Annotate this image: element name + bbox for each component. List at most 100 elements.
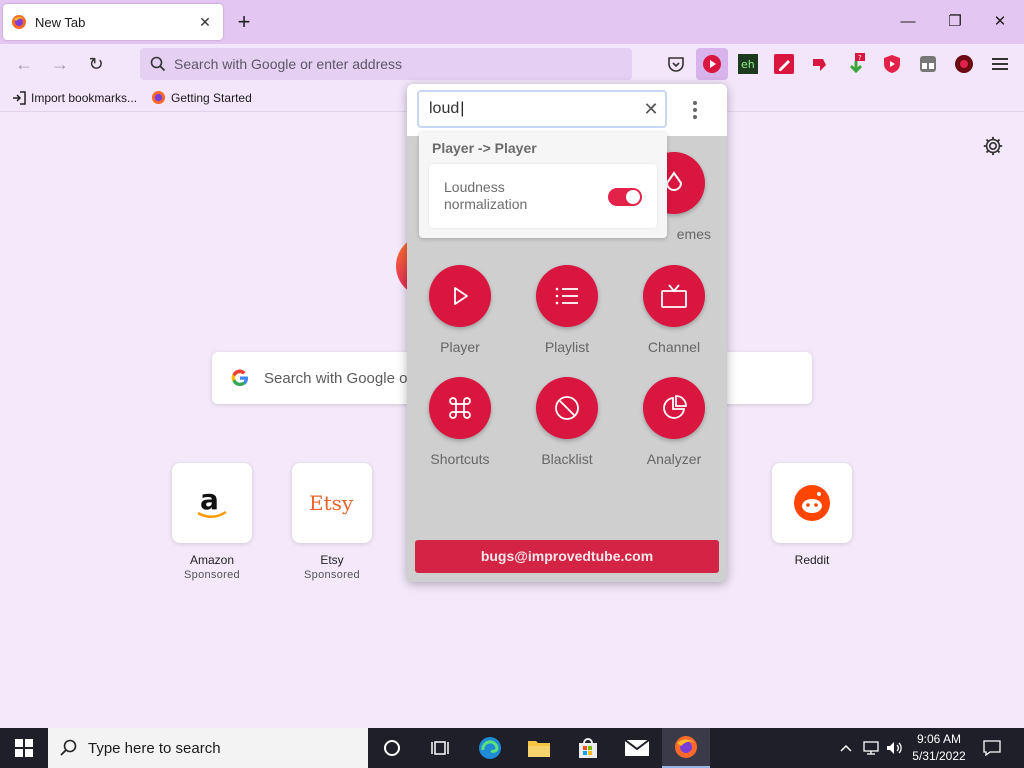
pie-icon: [643, 377, 705, 439]
play-icon: [429, 265, 491, 327]
bookmark-label: Getting Started: [171, 90, 252, 105]
search-icon: [60, 739, 77, 756]
result-option-row[interactable]: Loudness normalization: [429, 164, 657, 228]
volume-icon[interactable]: [884, 728, 906, 768]
google-search-placeholder: Search with Google o: [264, 369, 408, 387]
menu-icon[interactable]: [988, 52, 1012, 76]
firefox-icon: [151, 90, 166, 105]
reload-button[interactable]: ↻: [82, 50, 110, 78]
bookmark-getting-started[interactable]: Getting Started: [151, 90, 252, 105]
tab-new-tab[interactable]: New Tab ✕: [3, 4, 223, 40]
tile-etsy[interactable]: Etsy Etsy Sponsored: [292, 463, 372, 581]
result-section-title: Player -> Player: [432, 140, 537, 156]
forward-button[interactable]: →: [46, 50, 74, 78]
amazon-icon: a: [172, 463, 252, 543]
system-clock[interactable]: 9:06 AM 5/31/2022: [904, 731, 974, 765]
list-icon: [536, 265, 598, 327]
clear-search-icon[interactable]: ✕: [637, 99, 665, 120]
clock-time: 9:06 AM: [916, 732, 962, 746]
chevron-up-icon[interactable]: [836, 728, 856, 768]
taskbar-search-placeholder: Type here to search: [88, 739, 221, 757]
button-label: Shortcuts: [430, 451, 490, 467]
button-label: Playlist: [544, 339, 590, 355]
tile-name: Etsy: [320, 553, 344, 567]
blacklist-button[interactable]: Blacklist: [522, 377, 612, 467]
notification-icon[interactable]: [980, 728, 1004, 768]
url-bar[interactable]: Search with Google or enter address: [140, 48, 632, 80]
taskbar: Type here to search 9:06 AM 5/31/2022: [0, 728, 1024, 768]
close-window-button[interactable]: ✕: [982, 6, 1018, 38]
google-icon: [231, 369, 248, 387]
record-icon[interactable]: [952, 52, 976, 76]
popup-search-value: loud: [429, 100, 637, 118]
tile-name: Amazon: [189, 553, 235, 567]
button-label: Channel: [647, 339, 701, 355]
shield-icon[interactable]: [880, 52, 904, 76]
playlist-button[interactable]: Playlist: [522, 265, 612, 355]
url-placeholder: Search with Google or enter address: [174, 56, 403, 72]
block-icon: [536, 377, 598, 439]
svg-text:eh: eh: [741, 58, 755, 71]
minimize-button[interactable]: —: [890, 6, 926, 38]
download-icon[interactable]: ?: [844, 52, 868, 76]
mail-icon[interactable]: [613, 728, 661, 768]
search-icon: [150, 56, 166, 72]
improvedtube-popup: loud ✕ emes Player -> Player Loudness no…: [407, 84, 727, 582]
tile-name: Reddit: [794, 553, 830, 567]
svg-text:a: a: [200, 483, 219, 516]
tile-sponsored: Sponsored: [304, 569, 360, 581]
tab-bar: New Tab ✕ + — ❐ ✕: [0, 0, 1024, 44]
analyzer-button[interactable]: Analyzer: [629, 377, 719, 467]
file-explorer-icon[interactable]: [515, 728, 563, 768]
store-icon[interactable]: [564, 728, 612, 768]
nav-bar: ← → ↻ Search with Google or enter addres…: [0, 44, 1024, 84]
maximize-button[interactable]: ❐: [937, 6, 973, 38]
command-icon: [429, 377, 491, 439]
windows-icon: [15, 739, 33, 757]
improvedtube-icon[interactable]: [696, 48, 728, 80]
shortcuts-button[interactable]: Shortcuts: [415, 377, 505, 467]
toggle-knob: [626, 190, 640, 204]
thumb-icon[interactable]: [808, 52, 832, 76]
button-label: Blacklist: [541, 451, 593, 467]
pocket-icon[interactable]: [664, 52, 688, 76]
bug-report-link[interactable]: bugs@improvedtube.com: [415, 540, 719, 573]
firefox-icon: [12, 15, 26, 29]
popup-search-input[interactable]: loud ✕: [417, 90, 667, 128]
import-icon: [13, 90, 26, 105]
tab-title: New Tab: [35, 14, 86, 30]
pencil-icon[interactable]: [772, 52, 796, 76]
back-button[interactable]: ←: [10, 50, 38, 78]
search-result-card: Player -> Player Loudness normalization: [419, 132, 667, 238]
edge-icon[interactable]: [466, 728, 514, 768]
firefox-taskbar-icon[interactable]: [662, 728, 710, 768]
bookmark-label: Import bookmarks...: [31, 90, 138, 105]
close-tab-icon[interactable]: ✕: [195, 14, 215, 31]
channel-button[interactable]: Channel: [629, 265, 719, 355]
gear-icon[interactable]: [982, 135, 1004, 157]
button-label: Analyzer: [646, 451, 702, 467]
svg-text:Etsy: Etsy: [309, 491, 354, 515]
scissor-icon[interactable]: [916, 52, 940, 76]
tile-amazon[interactable]: a Amazon Sponsored: [172, 463, 252, 581]
bookmark-import[interactable]: Import bookmarks...: [12, 91, 137, 105]
player-button[interactable]: Player: [415, 265, 505, 355]
task-view-icon[interactable]: [416, 728, 464, 768]
loudness-toggle[interactable]: [608, 188, 642, 206]
etsy-icon: Etsy: [292, 463, 372, 543]
popup-header: loud ✕: [407, 84, 727, 136]
result-option-label: Loudness normalization: [444, 179, 528, 212]
tile-reddit[interactable]: Reddit: [772, 463, 852, 567]
tile-sponsored: Sponsored: [184, 569, 240, 581]
network-icon[interactable]: [860, 728, 882, 768]
taskbar-search[interactable]: Type here to search: [48, 728, 368, 768]
more-options-icon[interactable]: [685, 96, 705, 124]
clock-date: 5/31/2022: [912, 749, 966, 763]
button-label: Player: [440, 339, 480, 355]
tv-icon: [643, 265, 705, 327]
new-tab-button[interactable]: +: [230, 8, 258, 36]
svg-text:?: ?: [858, 54, 862, 62]
start-button[interactable]: [0, 728, 48, 768]
cortana-icon[interactable]: [368, 728, 416, 768]
eh-icon[interactable]: eh: [736, 52, 760, 76]
